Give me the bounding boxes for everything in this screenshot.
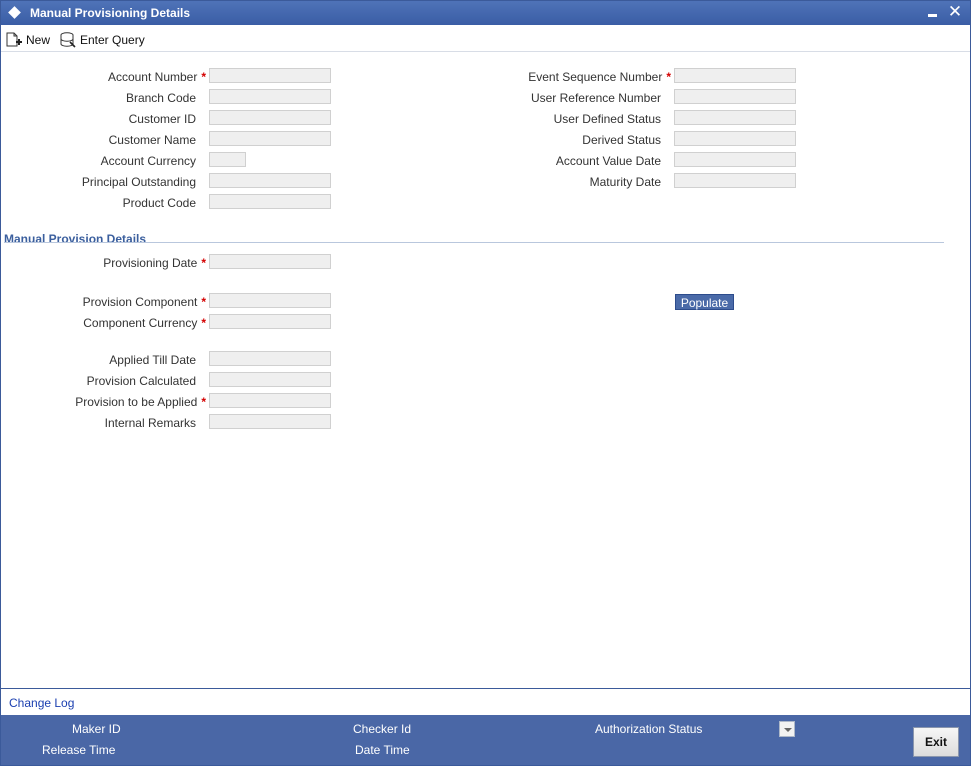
component-currency-label: Component Currency *	[83, 316, 206, 330]
customer-id-label: Customer ID	[128, 112, 196, 126]
new-button[interactable]: New	[5, 31, 50, 49]
authorization-status-label: Authorization Status	[595, 722, 703, 736]
required-marker: *	[666, 70, 671, 84]
manual-provision-section-title: Manual Provision Details	[4, 232, 147, 246]
release-time-label: Release Time	[42, 743, 116, 757]
component-currency-field[interactable]	[209, 314, 331, 329]
change-log-link[interactable]: Change Log	[9, 696, 74, 710]
query-database-icon	[60, 32, 76, 48]
title-bar: Manual Provisioning Details ✕	[1, 1, 970, 25]
enter-query-label: Enter Query	[80, 33, 145, 47]
audit-footer: Maker ID Release Time Checker Id Date Ti…	[1, 715, 970, 765]
applied-till-date-field[interactable]	[209, 351, 331, 366]
new-document-icon	[6, 32, 22, 47]
account-number-field[interactable]	[209, 68, 331, 83]
provision-component-label: Provision Component *	[82, 295, 206, 309]
principal-outstanding-label: Principal Outstanding	[81, 175, 196, 189]
derived-status-label: Derived Status	[582, 133, 661, 147]
user-reference-number-field[interactable]	[674, 89, 796, 104]
customer-id-field[interactable]	[209, 110, 331, 125]
customer-name-field[interactable]	[209, 131, 331, 146]
maturity-date-label: Maturity Date	[589, 175, 661, 189]
account-currency-label: Account Currency	[100, 154, 196, 168]
enter-query-button[interactable]: Enter Query	[59, 31, 145, 49]
required-marker: *	[201, 256, 206, 270]
product-code-label: Product Code	[122, 196, 196, 210]
applied-till-date-label: Applied Till Date	[109, 353, 196, 367]
authorization-status-dropdown[interactable]	[779, 721, 795, 737]
event-sequence-number-field[interactable]	[674, 68, 796, 83]
provisioning-date-field[interactable]	[209, 254, 331, 269]
internal-remarks-label: Internal Remarks	[104, 416, 196, 430]
checker-id-label: Checker Id	[353, 722, 412, 736]
provision-to-be-applied-label: Provision to be Applied *	[75, 395, 206, 409]
maker-id-label: Maker ID	[72, 722, 121, 736]
user-reference-number-label: User Reference Number	[530, 91, 661, 105]
required-marker: *	[201, 395, 206, 409]
customer-name-label: Customer Name	[108, 133, 196, 147]
provision-calculated-label: Provision Calculated	[86, 374, 196, 388]
required-marker: *	[201, 295, 206, 309]
derived-status-field[interactable]	[674, 131, 796, 146]
internal-remarks-field[interactable]	[209, 414, 331, 429]
required-marker: *	[201, 316, 206, 330]
change-log-bar: Change Log	[1, 688, 970, 715]
user-defined-status-field[interactable]	[674, 110, 796, 125]
product-code-field[interactable]	[209, 194, 331, 209]
populate-button[interactable]: Populate	[675, 294, 734, 310]
principal-outstanding-field[interactable]	[209, 173, 331, 188]
account-currency-field[interactable]	[209, 152, 246, 167]
account-value-date-label: Account Value Date	[555, 154, 661, 168]
app-diamond-icon	[8, 6, 21, 19]
account-number-label: Account Number *	[107, 70, 206, 84]
branch-code-field[interactable]	[209, 89, 331, 104]
toolbar: New Enter Query	[1, 27, 970, 52]
account-value-date-field[interactable]	[674, 152, 796, 167]
event-sequence-number-label: Event Sequence Number *	[528, 70, 671, 84]
minimize-icon[interactable]	[926, 5, 940, 19]
close-icon[interactable]: ✕	[947, 2, 963, 22]
exit-button[interactable]: Exit	[913, 727, 959, 757]
required-marker: *	[201, 70, 206, 84]
window-title: Manual Provisioning Details	[30, 6, 191, 20]
manual-provisioning-window: Manual Provisioning Details ✕ New Enter …	[0, 0, 971, 766]
branch-code-label: Branch Code	[125, 91, 196, 105]
provision-calculated-field[interactable]	[209, 372, 331, 387]
provision-to-be-applied-field[interactable]	[209, 393, 331, 408]
new-label: New	[26, 33, 51, 47]
maturity-date-field[interactable]	[674, 173, 796, 188]
provisioning-date-label: Provisioning Date *	[103, 256, 206, 270]
user-defined-status-label: User Defined Status	[553, 112, 661, 126]
provision-component-field[interactable]	[209, 293, 331, 308]
date-time-label: Date Time	[355, 743, 410, 757]
section-divider	[4, 242, 944, 243]
